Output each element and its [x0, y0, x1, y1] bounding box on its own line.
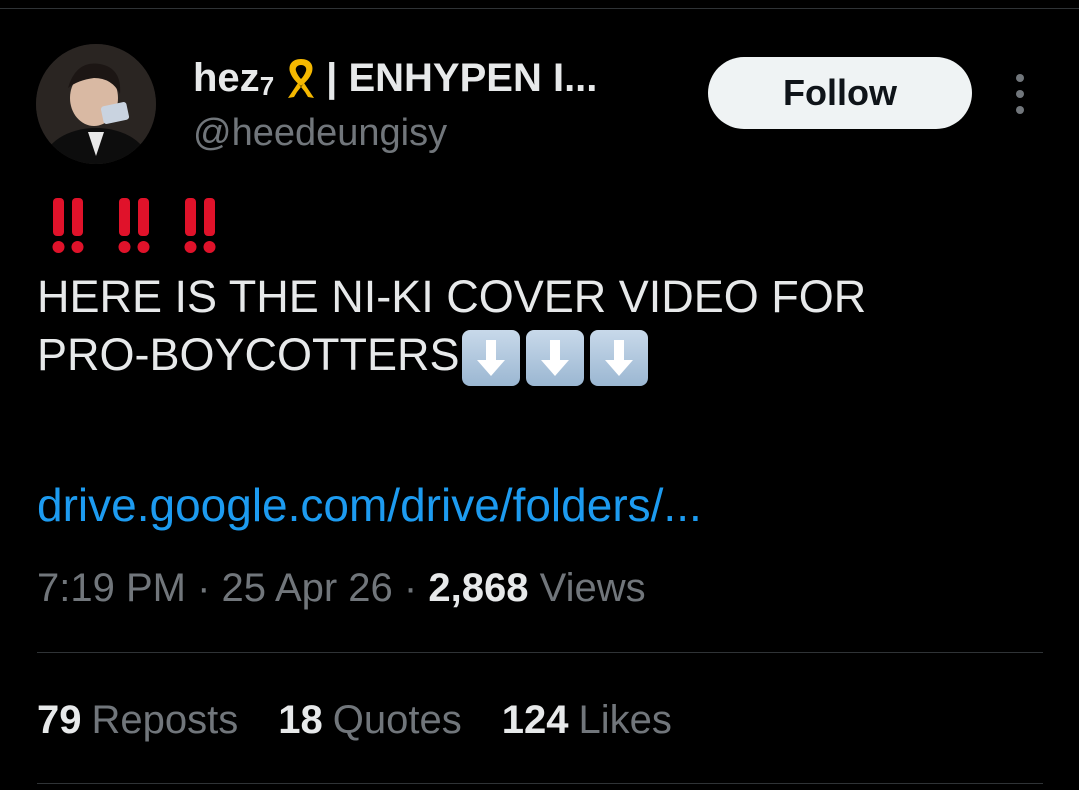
- double-exclamation-icon: [118, 198, 150, 253]
- author-handle[interactable]: @heedeungisy: [193, 112, 447, 155]
- display-name-subscript: 7: [259, 71, 275, 101]
- exclamation-row: [50, 196, 218, 254]
- drive-link[interactable]: drive.google.com/drive/folders/...: [37, 478, 702, 532]
- likes-label: Likes: [578, 698, 672, 742]
- tweet-date[interactable]: 25 Apr 26: [222, 566, 393, 610]
- stats-divider: [37, 652, 1043, 653]
- tweet-text-line-2-wrap: PRO-BOYCOTTERS: [37, 326, 1047, 386]
- more-dot: [1016, 74, 1024, 82]
- meta-separator: ·: [197, 566, 211, 610]
- views-count[interactable]: 2,868: [428, 566, 528, 610]
- avatar-image: [36, 44, 156, 164]
- reposts-label: Reposts: [91, 698, 239, 742]
- reposts-stat[interactable]: 79 Reposts: [37, 698, 238, 743]
- engagement-stats: 79 Reposts 18 Quotes 124 Likes: [37, 698, 672, 743]
- avatar[interactable]: [36, 44, 156, 164]
- display-name-rest: | ENHYPEN I...: [326, 56, 598, 100]
- down-arrow-row: [461, 330, 648, 386]
- more-dot: [1016, 90, 1024, 98]
- quotes-label: Quotes: [332, 698, 462, 742]
- tweet-text: HERE IS THE NI-KI COVER VIDEO FOR PRO-BO…: [37, 268, 1047, 386]
- bottom-divider: [37, 783, 1043, 784]
- display-name[interactable]: hez 7 | ENHYPEN I...: [193, 56, 598, 101]
- tweet-text-line-1: HERE IS THE NI-KI COVER VIDEO FOR: [37, 271, 867, 322]
- double-exclamation-icon: [184, 198, 216, 253]
- likes-stat[interactable]: 124 Likes: [502, 698, 672, 743]
- more-dot: [1016, 106, 1024, 114]
- views-label: Views: [539, 566, 646, 610]
- meta-separator: ·: [403, 566, 418, 610]
- display-name-text: hez: [193, 56, 260, 100]
- reposts-count: 79: [37, 698, 82, 742]
- likes-count: 124: [501, 698, 569, 742]
- quotes-count: 18: [278, 698, 323, 742]
- follow-button[interactable]: Follow: [708, 57, 972, 129]
- more-vertical-icon[interactable]: [1008, 74, 1032, 114]
- down-arrow-icon: [589, 330, 648, 386]
- double-exclamation-icon: [52, 198, 84, 253]
- down-arrow-icon: [461, 330, 520, 386]
- quotes-stat[interactable]: 18 Quotes: [278, 698, 461, 743]
- top-divider: [0, 8, 1079, 9]
- down-arrow-icon: [525, 330, 584, 386]
- yellow-ribbon-icon: [288, 59, 315, 98]
- tweet-meta: 7:19 PM · 25 Apr 26 · 2,868 Views: [37, 566, 646, 611]
- tweet-time[interactable]: 7:19 PM: [37, 566, 186, 610]
- tweet-text-line-2: PRO-BOYCOTTERS: [37, 329, 460, 380]
